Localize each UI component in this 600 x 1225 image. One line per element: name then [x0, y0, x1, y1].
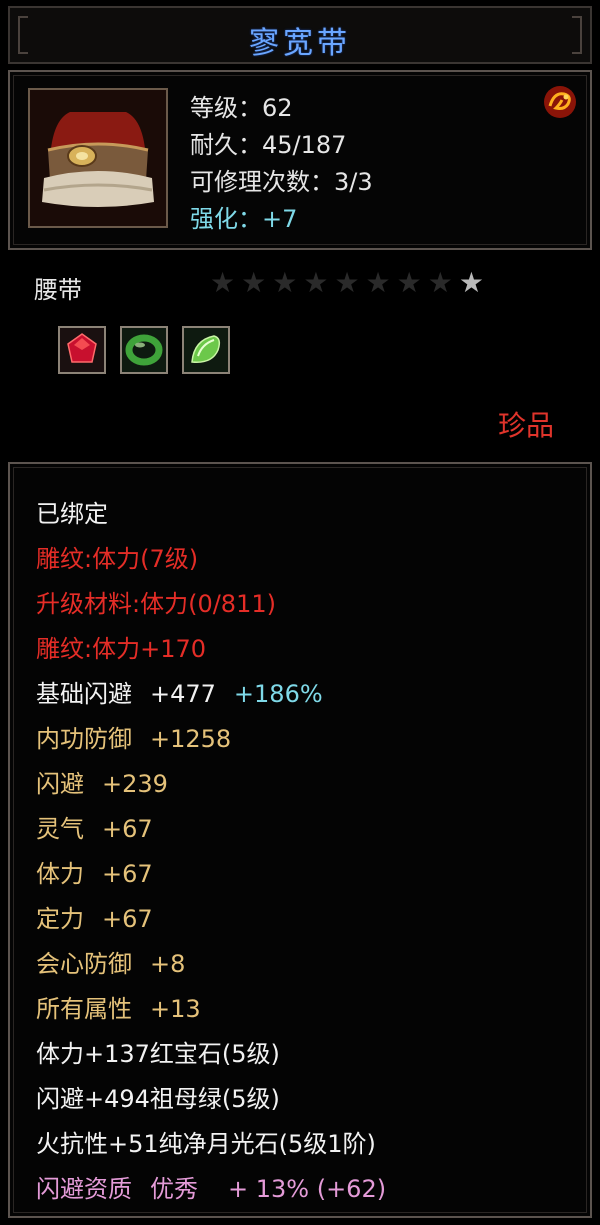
star-icon: ★ — [365, 266, 391, 299]
star-icon: ★ — [396, 266, 422, 299]
attr-value: +239 — [102, 770, 168, 798]
item-header-panel: 等级：62 耐久：45/187 可修理次数：3/3 强化：+7 — [8, 70, 592, 250]
all-attributes-row: 所有属性 +13 — [36, 987, 386, 1032]
item-name-title: 寥宽带 — [249, 26, 351, 61]
bound-status: 已绑定 — [36, 500, 108, 528]
upgrade-material-line: 升级材料:体力(0/811) — [36, 590, 276, 618]
attr-name: 基础闪避 — [36, 680, 132, 708]
belt-icon[interactable] — [28, 88, 168, 228]
attr-value: +477 — [150, 680, 216, 708]
aptitude-value: + 13% (+62) — [228, 1175, 387, 1203]
gem-bonus-line: 体力+137红宝石(5级) — [36, 1040, 280, 1068]
attr-value: +8 — [150, 950, 186, 978]
internal-defense-row: 内功防御 +1258 — [36, 717, 386, 762]
ruby-gem-icon[interactable] — [58, 326, 106, 374]
attr-name: 闪避 — [36, 770, 84, 798]
attr-name: 定力 — [36, 905, 84, 933]
star-icon: ★ — [210, 266, 236, 299]
strength-stat: 强化：+7 — [190, 205, 298, 233]
attr-name: 灵气 — [36, 815, 84, 843]
attr-name: 体力 — [36, 860, 84, 888]
gem-bonus-line: 闪避+494祖母绿(5级) — [36, 1085, 280, 1113]
attributes-panel: 已绑定 雕纹:体力(7级) 升级材料:体力(0/811) 雕纹:体力+170 基… — [8, 462, 592, 1218]
attr-value: +1258 — [150, 725, 232, 753]
star-icon: ★ — [303, 266, 329, 299]
engrave-line: 雕纹:体力(7级) — [36, 545, 199, 573]
stamina-row: 体力 +67 — [36, 852, 386, 897]
moonstone-gem-icon[interactable] — [182, 326, 230, 374]
item-type-label: 腰带 — [34, 276, 82, 304]
attr-name: 所有属性 — [36, 995, 132, 1023]
fire-dragon-badge-icon — [542, 84, 578, 120]
star-icon: ★ — [334, 266, 360, 299]
attr-value: +67 — [102, 815, 153, 843]
attr-value: +67 — [102, 905, 153, 933]
aptitude-name: 闪避资质 — [36, 1175, 132, 1203]
star-icon: ★ — [241, 266, 267, 299]
attr-name: 内功防御 — [36, 725, 132, 753]
focus-row: 定力 +67 — [36, 897, 386, 942]
attr-name: 会心防御 — [36, 950, 132, 978]
star-rating: ★ ★ ★ ★ ★ ★ ★ ★ ★ — [210, 268, 484, 298]
base-dodge-row: 基础闪避 +477 +186% — [36, 672, 386, 717]
attr-value: +13 — [150, 995, 201, 1023]
dodge-row: 闪避 +239 — [36, 762, 386, 807]
gem-bonus-line: 火抗性+51纯净月光石(5级1阶) — [36, 1130, 376, 1158]
crit-defense-row: 会心防御 +8 — [36, 942, 386, 987]
aptitude-row: 闪避资质 优秀 + 13% (+62) — [36, 1167, 386, 1212]
repair-count-stat: 可修理次数：3/3 — [190, 168, 373, 196]
aptitude-grade: 优秀 — [150, 1175, 198, 1203]
level-stat: 等级：62 — [190, 94, 293, 122]
spirit-row: 灵气 +67 — [36, 807, 386, 852]
star-icon: ★ — [427, 266, 453, 299]
star-icon: ★ — [272, 266, 298, 299]
attribute-list: 已绑定 雕纹:体力(7级) 升级材料:体力(0/811) 雕纹:体力+170 基… — [36, 492, 386, 1212]
attr-bonus: +186% — [233, 680, 323, 708]
rarity-label: 珍品 — [497, 409, 554, 442]
durability-stat: 耐久：45/187 — [190, 131, 347, 159]
attr-value: +67 — [102, 860, 153, 888]
emerald-ring-gem-icon[interactable] — [120, 326, 168, 374]
title-bar: 寥宽带 — [8, 6, 592, 64]
star-icon: ★ — [458, 266, 484, 299]
engrave-bonus-line: 雕纹:体力+170 — [36, 635, 207, 663]
